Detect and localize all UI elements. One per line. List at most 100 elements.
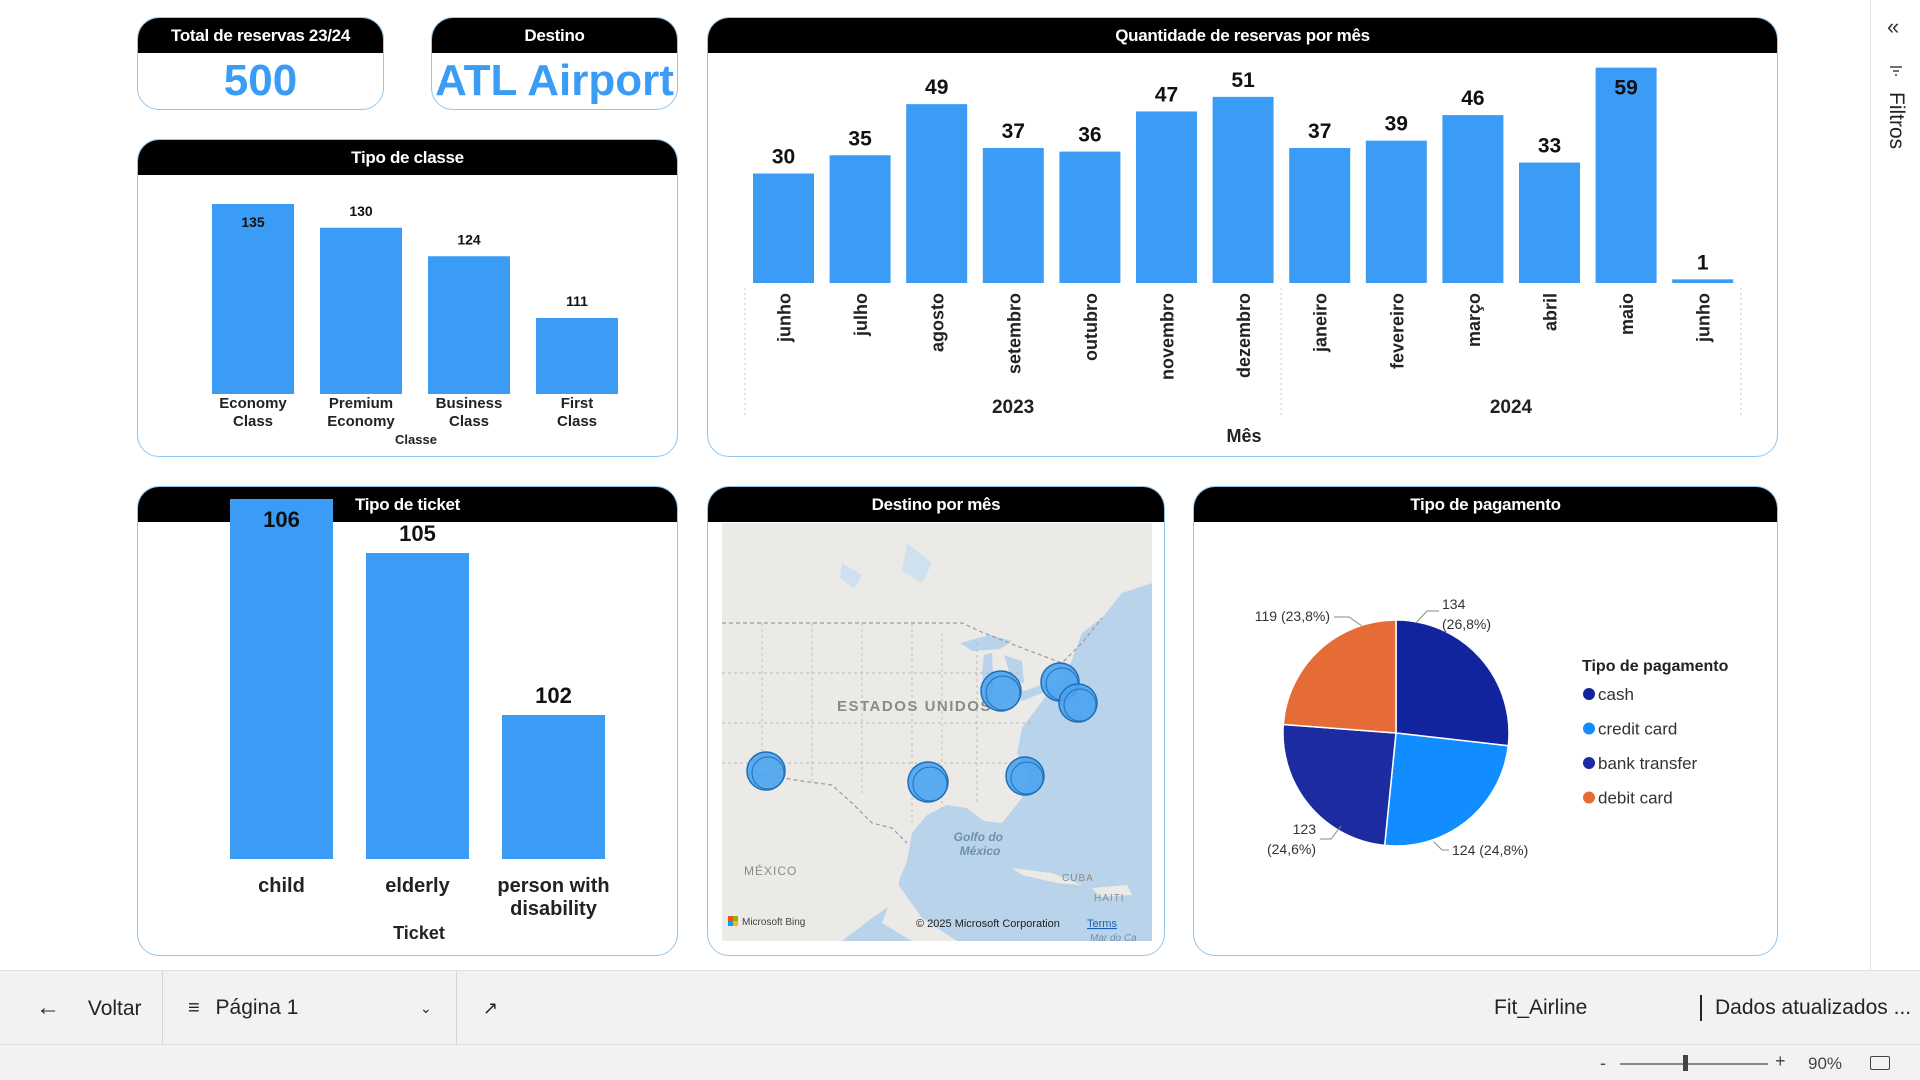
pie-data-label: 134 (26,8%) (1442, 596, 1491, 632)
pie-legend-label: debit card (1598, 789, 1673, 808)
map-label-mx: MÉXICO (744, 863, 797, 878)
kpi-destino-title: Destino (432, 18, 677, 53)
map-view[interactable]: ESTADOS UNIDOS MÉXICO Golfo do México CU… (722, 523, 1152, 941)
month-bar-label: 49 (925, 76, 948, 99)
kpi-total-title: Total de reservas 23/24 (138, 18, 383, 53)
month-bar-label: 36 (1078, 124, 1101, 147)
pie-legend-marker (1583, 722, 1595, 735)
map-label-cuba: CUBA (1062, 873, 1094, 884)
ticket-chart: 106 child 105 elderly 102 person with disabili… (230, 499, 610, 943)
ticket-card[interactable]: Tipo de ticket 106 child 105 elderly 102 pers… (137, 486, 678, 956)
month-category-label: outubro (1081, 293, 1101, 361)
back-button[interactable]: ← Voltar (36, 971, 156, 1045)
month-bar (1136, 111, 1197, 283)
month-bar (906, 104, 968, 284)
classe-bar (320, 227, 402, 394)
kpi-destino-value: ATL Airport (435, 56, 674, 105)
pagamento-chart: 134 (26,8%) 124 (24,8%) 123 (24,6%) 119 (23,8… (1255, 596, 1729, 858)
month-bar (1519, 162, 1580, 283)
pie-legend-marker (1583, 688, 1595, 700)
month-category-label: junho (1694, 293, 1714, 343)
map-label-sea: Mar do Ca (1090, 933, 1137, 941)
zoom-slider[interactable] (1620, 1063, 1768, 1065)
ticket-bar (230, 499, 333, 859)
filters-label[interactable]: Filtros (1884, 92, 1908, 149)
classe-category-label: First Class (557, 395, 597, 430)
month-bar (829, 155, 891, 283)
pagamento-card[interactable]: Tipo de pagamento 134 (26,8%) 124 (24,8%) 1… (1193, 486, 1778, 956)
kpi-total-value: 500 (223, 56, 298, 105)
month-category-label: agosto (928, 293, 948, 352)
pie-leader-line (1415, 610, 1439, 624)
month-bar (1595, 67, 1657, 284)
chevron-down-icon: ⌄ (420, 1000, 432, 1016)
fit-screen-button[interactable]: ↗ (483, 971, 513, 1045)
map-label-gulf: Golfo do México (954, 830, 1007, 858)
pie-legend-label: bank transfer (1598, 754, 1698, 773)
ticket-bar-label: 102 (535, 683, 572, 708)
zoom-slider-thumb[interactable] (1683, 1055, 1688, 1071)
refresh-status[interactable]: Dados atualizados ... (1715, 971, 1920, 1045)
classe-axis-title: Classe (395, 432, 437, 447)
month-bar (1212, 96, 1274, 283)
month-category-label: novembro (1158, 293, 1178, 380)
map-terms-link[interactable]: Terms (1087, 918, 1117, 930)
map-label-us: ESTADOS UNIDOS (837, 698, 992, 715)
pie-legend-label: credit card (1598, 720, 1677, 739)
pie-legend-title: Tipo de pagamento (1582, 658, 1729, 675)
fit-page-icon[interactable] (1870, 1056, 1890, 1070)
classe-bar-label: 130 (349, 203, 373, 219)
kpi-destino-card[interactable]: Destino ATL Airport (431, 17, 678, 110)
ticket-category-label: person with disability (497, 875, 609, 920)
month-bar (1289, 147, 1351, 283)
ticket-axis-title: Ticket (393, 923, 445, 943)
classe-bar (428, 256, 510, 394)
filters-pane[interactable]: « Filtros (1870, 0, 1920, 970)
footer-nav: ← Voltar ≡ Página 1 ⌄ ↗ Fit_Airline Dado… (0, 971, 1920, 1045)
classe-category-label: Economy Class (219, 395, 287, 430)
month-bar (1365, 140, 1427, 283)
ticket-category-label: child (258, 875, 305, 897)
zoom-plus-button[interactable]: + (1775, 1051, 1786, 1072)
year-label: 2023 (992, 397, 1034, 418)
mapa-title: Destino por mês (708, 487, 1164, 522)
month-category-label: setembro (1004, 293, 1024, 374)
month-bar (1672, 279, 1734, 283)
arrow-left-icon: ← (36, 994, 60, 1021)
pie-data-label: 119 (23,8%) (1255, 608, 1330, 624)
month-category-label: junho (775, 293, 795, 343)
collapse-arrows-icon: ↗ (483, 998, 499, 1018)
page-list-icon: ≡ (188, 997, 200, 1019)
map-attribution: © 2025 Microsoft Corporation (916, 918, 1060, 930)
pie-slice (1395, 619, 1510, 747)
ticket-bar-label: 106 (263, 507, 300, 532)
ticket-bar (366, 553, 469, 859)
classe-chart: 135 Economy Class 130 Premium Economy 124 Busin… (212, 203, 618, 447)
ticket-category-label: elderly (385, 875, 450, 897)
month-category-label: maio (1617, 293, 1637, 335)
pie-slice (1383, 732, 1510, 847)
mapa-card[interactable]: Destino por mês ESTADOS UNIDOS MÉXICO Go… (707, 486, 1165, 956)
classe-card[interactable]: Tipo de classe 135 Economy Class 130 Premium… (137, 139, 678, 457)
month-bar-label: 35 (848, 127, 872, 150)
month-bar-label: 47 (1155, 83, 1178, 106)
report-canvas: Total de reservas 23/24 500 Destino ATL … (0, 0, 1870, 970)
classe-bar (212, 204, 294, 394)
meses-card[interactable]: Quantidade de reservas por mês 30 junho 35… (707, 17, 1778, 457)
month-bar-label: 37 (1308, 120, 1331, 143)
meses-axis-title: Mês (1226, 426, 1261, 446)
year-label: 2024 (1490, 397, 1533, 418)
pie-data-label: 123 (24,6%) (1267, 821, 1316, 857)
meses-chart: 30 junho 35 julho 49 agosto 37 setembro 36 outubr… (744, 67, 1742, 446)
classe-category-label: Business Class (436, 395, 503, 430)
report-name: Fit_Airline (1494, 996, 1588, 1019)
kpi-total-card[interactable]: Total de reservas 23/24 500 (137, 17, 384, 110)
zoom-minus-button[interactable]: - (1600, 1053, 1606, 1074)
month-bar-label: 1 (1697, 251, 1709, 274)
month-bar-label: 59 (1614, 77, 1637, 100)
page-selector[interactable]: ≡ Página 1 ⌄ (188, 971, 438, 1045)
collapse-icon[interactable]: « (1887, 14, 1899, 40)
month-category-label: dezembro (1234, 293, 1254, 378)
classe-category-label: Premium Economy (327, 395, 395, 430)
ticket-bar-label: 105 (399, 521, 436, 546)
